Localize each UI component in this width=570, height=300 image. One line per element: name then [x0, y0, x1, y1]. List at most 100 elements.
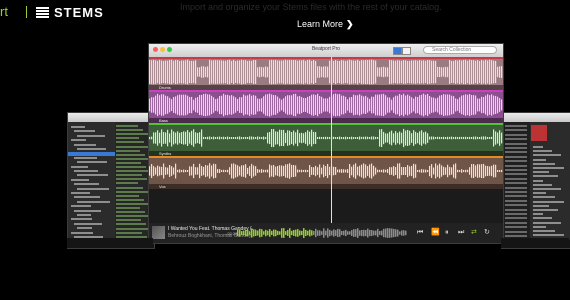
sidebar-item[interactable]	[71, 231, 93, 234]
right-list-row[interactable]	[505, 204, 527, 207]
track-list-row[interactable]	[116, 174, 142, 177]
sidebar-item[interactable]	[71, 126, 85, 128]
sidebar-item[interactable]	[71, 192, 90, 194]
right-list-row[interactable]	[505, 133, 527, 136]
right-list-row[interactable]	[505, 129, 527, 132]
track-list-row[interactable]	[116, 153, 145, 156]
sidebar-item[interactable]	[71, 218, 92, 221]
track-list-row[interactable]	[116, 227, 151, 230]
sidebar-item[interactable]	[68, 152, 115, 157]
right-list-row[interactable]	[505, 230, 527, 233]
right-list-row[interactable]	[505, 125, 527, 127]
right-list-row[interactable]	[505, 142, 527, 145]
learn-more-link[interactable]: Learn More ❯	[297, 19, 354, 30]
right-list-row[interactable]	[505, 169, 527, 171]
sidebar-item[interactable]	[77, 134, 105, 137]
right-list-row[interactable]	[505, 217, 527, 220]
track-list-row[interactable]	[116, 231, 142, 234]
right-list-row[interactable]	[505, 155, 527, 158]
stem-track-vox[interactable]: Vox	[149, 156, 503, 189]
right-list-row[interactable]	[505, 151, 527, 154]
right-list-row[interactable]	[505, 186, 527, 189]
stem-track-drums[interactable]: Drums	[149, 57, 503, 90]
right-list-row[interactable]	[505, 235, 527, 237]
right-list-row[interactable]	[505, 182, 527, 185]
right-list-row[interactable]	[505, 226, 527, 229]
track-list-row[interactable]	[116, 223, 146, 226]
track-list-row[interactable]	[116, 125, 138, 127]
right-list-row[interactable]	[505, 173, 527, 176]
track-list-row[interactable]	[116, 215, 150, 218]
sidebar-item[interactable]	[71, 139, 86, 142]
track-list-row[interactable]	[116, 161, 141, 164]
repeat-icon[interactable]: ↻	[484, 229, 490, 236]
track-list-row[interactable]	[116, 129, 143, 132]
sidebar-item[interactable]	[71, 165, 88, 168]
now-playing-album-art[interactable]	[152, 226, 165, 239]
track-list-row[interactable]	[116, 166, 146, 168]
right-list-row[interactable]	[505, 213, 527, 215]
shuffle-icon[interactable]: ⇄	[471, 229, 477, 236]
track-list-row[interactable]	[116, 219, 141, 222]
track-list-row[interactable]	[116, 194, 139, 197]
track-list-row[interactable]	[116, 157, 150, 160]
right-list-row[interactable]	[505, 191, 527, 193]
sidebar-item[interactable]	[74, 209, 101, 212]
track-list-row[interactable]	[116, 145, 149, 148]
sidebar-item[interactable]	[74, 143, 96, 146]
track-list-row[interactable]	[116, 198, 144, 201]
track-list-row[interactable]	[116, 186, 143, 189]
view-toggle-grid-button[interactable]	[402, 47, 411, 55]
right-list-row[interactable]	[505, 147, 527, 149]
sidebar-item[interactable]	[77, 227, 92, 230]
library-sidebar[interactable]	[68, 122, 115, 240]
sidebar-item[interactable]	[77, 174, 108, 177]
view-toggle-list-button[interactable]	[393, 47, 402, 55]
sidebar-item[interactable]	[77, 148, 106, 150]
sidebar-item[interactable]	[74, 130, 95, 133]
right-list-row[interactable]	[505, 199, 527, 202]
sidebar-item[interactable]	[77, 161, 107, 164]
waveform-bar	[207, 94, 209, 116]
search-input[interactable]	[423, 46, 497, 54]
sidebar-item[interactable]	[71, 205, 91, 208]
sidebar-item[interactable]	[77, 214, 91, 216]
sidebar-item[interactable]	[77, 200, 110, 203]
sidebar-item[interactable]	[74, 222, 102, 225]
sidebar-item[interactable]	[71, 178, 89, 181]
playhead[interactable]	[331, 57, 332, 223]
right-list-row[interactable]	[505, 208, 527, 211]
right-list-row[interactable]	[505, 138, 527, 141]
sidebar-item[interactable]	[74, 183, 99, 186]
sidebar-item[interactable]	[74, 196, 100, 199]
rewind-icon[interactable]: ⏪	[431, 229, 440, 236]
track-list-row[interactable]	[116, 211, 145, 214]
right-track-list[interactable]	[502, 122, 530, 240]
next-track-icon[interactable]: ⏭	[458, 229, 464, 236]
right-list-row[interactable]	[505, 164, 527, 167]
overview-waveform[interactable]	[237, 227, 407, 239]
pause-icon[interactable]: ⏸	[445, 229, 449, 236]
track-list-row[interactable]	[116, 170, 151, 173]
right-list-row[interactable]	[505, 160, 527, 163]
sidebar-item[interactable]	[77, 187, 109, 190]
right-list-row[interactable]	[505, 195, 527, 198]
track-list-row[interactable]	[116, 149, 140, 152]
right-list-row[interactable]	[505, 221, 527, 224]
sidebar-item[interactable]	[74, 156, 97, 159]
previous-track-icon[interactable]: ⏮	[417, 229, 423, 236]
waveform-bar	[159, 95, 161, 115]
track-list-row[interactable]	[116, 178, 147, 181]
track-list-row[interactable]	[116, 207, 140, 209]
stem-track-bass[interactable]: Bass	[149, 90, 503, 123]
waveform-bar	[247, 60, 249, 83]
track-list-row[interactable]	[116, 202, 149, 205]
right-list-row[interactable]	[505, 177, 527, 180]
sidebar-item[interactable]	[74, 170, 98, 172]
stem-track-synths[interactable]: Synths	[149, 123, 503, 156]
track-list-row[interactable]	[116, 133, 148, 136]
track-list-row[interactable]	[116, 141, 144, 144]
track-list-row[interactable]	[116, 182, 138, 185]
track-list-row[interactable]	[116, 137, 139, 140]
track-list-row[interactable]	[116, 190, 148, 193]
